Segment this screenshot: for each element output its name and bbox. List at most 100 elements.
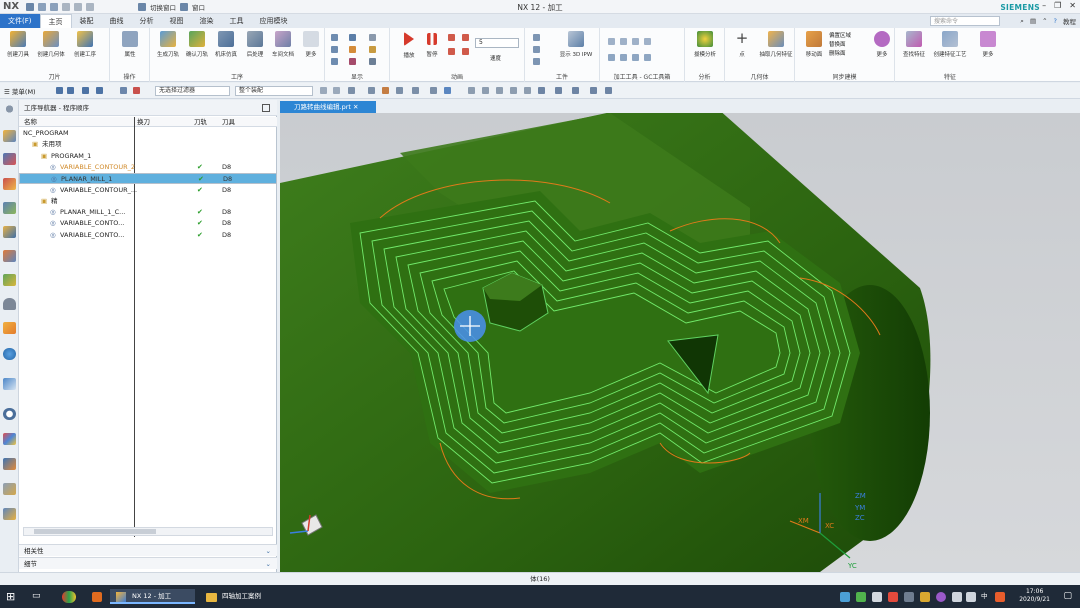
workpiece-tool-icon[interactable] xyxy=(533,58,540,65)
model-canvas[interactable]: ZM YM XM XC YC ZC xyxy=(280,113,1080,572)
navigator-row[interactable]: NC_PROGRAM xyxy=(19,128,277,139)
tray-icon[interactable] xyxy=(872,592,882,602)
snap-tool-icon[interactable] xyxy=(430,87,437,94)
view-tool-icon[interactable] xyxy=(468,87,475,94)
navigator-row[interactable]: ▣ PROGRAM_1 xyxy=(19,151,277,162)
workpiece-tool-icon[interactable] xyxy=(533,46,540,53)
selection-tool-icon[interactable] xyxy=(120,87,127,94)
view-tool-icon[interactable] xyxy=(524,87,531,94)
part-file-tab[interactable]: 刀路转曲线编辑.prt ✕ xyxy=(280,101,376,113)
column-tool-change[interactable]: 换刀 xyxy=(137,117,150,127)
speed-select[interactable]: 5 xyxy=(475,38,519,48)
selection-tool-icon[interactable] xyxy=(67,87,74,94)
display-tool-icon[interactable] xyxy=(349,58,356,65)
point-button[interactable]: + 点 xyxy=(727,31,757,59)
workpiece-tool-icon[interactable] xyxy=(533,34,540,41)
tray-icon[interactable] xyxy=(888,592,898,602)
gc-tool-icon[interactable] xyxy=(632,54,639,61)
go-end-icon[interactable] xyxy=(462,48,469,55)
teaching-label[interactable]: 教程 xyxy=(1063,16,1076,26)
selection-tool-icon[interactable] xyxy=(56,87,63,94)
main-menu-button[interactable]: ☰ 菜单(M) xyxy=(4,86,36,96)
view-tool-icon[interactable] xyxy=(605,87,612,94)
assembly-navigator-icon[interactable] xyxy=(3,226,16,238)
task-view-icon[interactable]: ▭ xyxy=(32,589,41,604)
navigator-row[interactable]: ◎ PLANAR_MILL_1_C... ✔ D8 xyxy=(19,207,277,218)
display-tool-icon[interactable] xyxy=(369,58,376,65)
volume-icon[interactable] xyxy=(966,592,976,602)
view-tool-icon[interactable] xyxy=(538,87,545,94)
minimize-icon[interactable]: – xyxy=(1042,1,1046,10)
web-browser-icon[interactable] xyxy=(3,348,16,360)
column-name[interactable]: 名称 xyxy=(24,117,37,127)
selection-tool-icon[interactable] xyxy=(82,87,89,94)
role-icon[interactable] xyxy=(3,322,16,334)
view-tool-icon[interactable] xyxy=(482,87,489,94)
snap-tool-icon[interactable] xyxy=(382,87,389,94)
navigator-row[interactable]: ◎ VARIABLE_CONTOUR_... ✔ D8 xyxy=(19,185,277,196)
machining-method-navigator-icon[interactable] xyxy=(3,178,16,190)
view-tool-icon[interactable] xyxy=(572,87,579,94)
geometry-navigator-icon[interactable] xyxy=(3,202,16,214)
more-operation-button[interactable]: 更多 xyxy=(296,31,326,58)
replace-face-button[interactable]: 替换面 xyxy=(829,41,851,50)
display-tool-icon[interactable] xyxy=(331,46,338,53)
snap-tool-icon[interactable] xyxy=(333,87,340,94)
operation-navigator-icon[interactable] xyxy=(3,130,16,142)
selection-tool-icon[interactable] xyxy=(96,87,103,94)
delete-face-button[interactable]: 删除面 xyxy=(829,50,851,59)
column-path[interactable]: 刀轨 xyxy=(194,117,207,127)
gc-tool-icon[interactable] xyxy=(644,38,651,45)
tray-icon[interactable] xyxy=(904,592,914,602)
postprocess-button[interactable]: 后处理 xyxy=(240,31,270,58)
process-studio-icon[interactable] xyxy=(3,458,16,470)
offset-region-button[interactable]: 偏置区域 xyxy=(829,32,851,41)
view-tool-icon[interactable] xyxy=(510,87,517,94)
settings-gear-icon[interactable] xyxy=(3,103,16,115)
create-feature-process-button[interactable]: 创建特征工艺 xyxy=(934,31,967,58)
gc-tool-icon[interactable] xyxy=(644,54,651,61)
scrollbar-thumb[interactable] xyxy=(34,529,156,534)
machine-simulation-button[interactable]: 机床仿真 xyxy=(211,31,241,58)
notification-icon[interactable]: ▢ xyxy=(1063,589,1072,604)
generate-toolpath-button[interactable]: 生成刀轨 xyxy=(153,31,183,58)
navigator-row[interactable]: ◎ VARIABLE_CONTO... ✔ D8 xyxy=(19,230,277,241)
detail-panel-header[interactable]: 细节 ⌄ xyxy=(19,557,277,569)
graphics-window[interactable]: ZM YM XM XC YC ZC xyxy=(280,113,1080,572)
move-face-button[interactable]: 移动面 xyxy=(799,31,829,58)
related-panel-header[interactable]: 相关性 ⌄ xyxy=(19,544,277,556)
step-forward-icon[interactable] xyxy=(462,34,469,41)
display-tool-icon[interactable] xyxy=(331,58,338,65)
command-search-input[interactable]: 搜索命令 xyxy=(930,16,1000,26)
go-start-icon[interactable] xyxy=(448,48,455,55)
input-method-icon[interactable] xyxy=(995,592,1005,602)
selection-scope-select[interactable]: 整个装配 xyxy=(235,86,313,96)
pin-panel-icon[interactable] xyxy=(262,104,270,112)
browser-icon[interactable] xyxy=(62,591,76,603)
shop-doc-button[interactable]: 车间文档 xyxy=(268,31,298,58)
view-tool-icon[interactable] xyxy=(590,87,597,94)
more-feature-button[interactable]: 更多 xyxy=(973,31,1003,58)
snap-tool-icon[interactable] xyxy=(320,87,327,94)
cam-library-icon[interactable] xyxy=(3,508,16,520)
tab-curve[interactable]: 曲线 xyxy=(102,14,132,28)
part-navigator-icon[interactable] xyxy=(3,250,16,262)
gc-tool-icon[interactable] xyxy=(608,54,615,61)
gc-tool-icon[interactable] xyxy=(620,54,627,61)
navigator-row[interactable]: ◎ VARIABLE_CONTOUR_2 ✔ D8 xyxy=(19,162,277,173)
system-materials-icon[interactable] xyxy=(3,433,16,445)
tray-icon[interactable] xyxy=(840,592,850,602)
create-tool-button[interactable]: 创建刀具 xyxy=(3,31,33,58)
tab-tools[interactable]: 工具 xyxy=(222,14,252,28)
tray-icon[interactable] xyxy=(920,592,930,602)
create-operation-button[interactable]: 创建工序 xyxy=(70,31,100,58)
verify-toolpath-button[interactable]: 确认刀轨 xyxy=(182,31,212,58)
tab-analysis[interactable]: 分析 xyxy=(132,14,162,28)
extract-geometry-button[interactable]: 抽取几何特征 xyxy=(760,31,793,58)
display-tool-icon[interactable] xyxy=(369,34,376,41)
tray-icon[interactable] xyxy=(936,592,946,602)
snap-tool-icon[interactable] xyxy=(412,87,419,94)
navigator-row[interactable]: ◎ PLANAR_MILL_1 ✔ D8 xyxy=(19,173,277,185)
network-icon[interactable] xyxy=(952,592,962,602)
column-tool[interactable]: 刀具 xyxy=(222,117,235,127)
